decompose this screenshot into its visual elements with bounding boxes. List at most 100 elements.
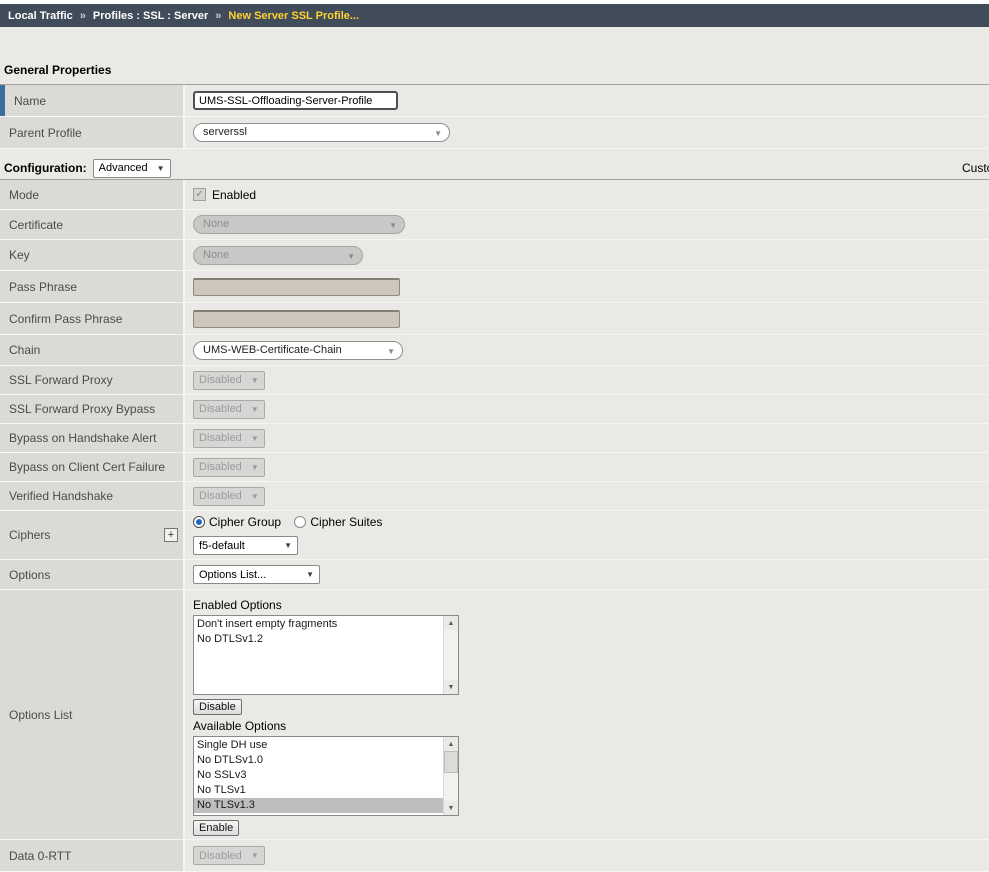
chevron-down-icon: ▼ <box>387 343 395 360</box>
cipher-group-radio[interactable] <box>193 516 205 528</box>
bypass-on-client-cert-failure-value: Disabled <box>199 461 242 473</box>
row-parent-profile: Parent Profile serverssl ▼ <box>0 117 989 149</box>
name-label: Name <box>14 94 46 108</box>
scrollbar-track[interactable] <box>444 630 458 680</box>
row-confirm-pass-phrase: Confirm Pass Phrase <box>0 303 989 335</box>
ssl-forward-proxy-content-cell: Disabled ▼ <box>185 366 989 394</box>
list-item[interactable]: Don't insert empty fragments <box>194 617 443 632</box>
options-label: Options <box>9 568 50 582</box>
name-label-cell: Name <box>0 85 185 116</box>
ciphers-label-cell: Ciphers + <box>0 511 185 559</box>
row-bypass-on-handshake-alert: Bypass on Handshake Alert Disabled ▼ <box>0 424 989 453</box>
list-item[interactable]: Single DH use <box>194 738 443 753</box>
bypass-on-client-cert-failure-select: Disabled ▼ <box>193 458 265 477</box>
breadcrumb-path[interactable]: Profiles : SSL : Server <box>93 10 208 22</box>
scroll-up-icon[interactable]: ▲ <box>444 616 458 630</box>
chevron-down-icon: ▼ <box>389 217 397 234</box>
list-item[interactable]: No DTLSv1.2 <box>194 632 443 647</box>
options-list-label: Options List <box>9 708 72 722</box>
row-verified-handshake: Verified Handshake Disabled ▼ <box>0 482 989 511</box>
certificate-content-cell: None ▼ <box>185 210 989 239</box>
enabled-options-title: Enabled Options <box>193 598 282 612</box>
scrollbar[interactable]: ▲ ▼ <box>443 737 458 815</box>
row-data-0rtt: Data 0-RTT Disabled ▼ <box>0 840 989 872</box>
options-value: Options List... <box>199 569 266 581</box>
ciphers-label: Ciphers <box>9 528 50 542</box>
certificate-value: None <box>203 218 229 230</box>
breadcrumb-section[interactable]: Local Traffic <box>8 10 73 22</box>
chain-label-cell: Chain <box>0 335 185 365</box>
pass-phrase-content-cell <box>185 271 989 302</box>
chevron-down-icon: ▼ <box>157 164 165 173</box>
chevron-down-icon: ▼ <box>251 851 259 860</box>
list-item[interactable]: No DTLSv1.0 <box>194 753 443 768</box>
data-0rtt-value: Disabled <box>199 850 242 862</box>
options-select[interactable]: Options List... ▼ <box>193 565 320 584</box>
list-item[interactable]: No SSLv3 <box>194 768 443 783</box>
row-key: Key None ▼ <box>0 240 989 271</box>
list-item[interactable]: No TLSv1 <box>194 783 443 798</box>
scrollbar[interactable]: ▲ ▼ <box>443 616 458 694</box>
pass-phrase-label: Pass Phrase <box>9 280 77 294</box>
scroll-down-icon[interactable]: ▼ <box>444 801 458 815</box>
chevron-down-icon: ▼ <box>251 376 259 385</box>
verified-handshake-content-cell: Disabled ▼ <box>185 482 989 510</box>
chevron-down-icon: ▼ <box>306 570 314 579</box>
certificate-label-cell: Certificate <box>0 210 185 239</box>
chain-label: Chain <box>9 343 40 357</box>
options-list-content-cell: Enabled Options Don't insert empty fragm… <box>185 590 989 839</box>
cipher-suites-radio[interactable] <box>294 516 306 528</box>
key-label: Key <box>9 248 30 262</box>
name-input[interactable] <box>193 91 398 110</box>
row-ssl-forward-proxy: SSL Forward Proxy Disabled ▼ <box>0 366 989 395</box>
key-value: None <box>203 249 229 261</box>
bypass-on-handshake-alert-label-cell: Bypass on Handshake Alert <box>0 424 185 452</box>
chain-select[interactable]: UMS-WEB-Certificate-Chain ▼ <box>193 341 403 360</box>
row-bypass-on-client-cert-failure: Bypass on Client Cert Failure Disabled ▼ <box>0 453 989 482</box>
certificate-select: None ▼ <box>193 215 405 234</box>
bypass-on-handshake-alert-label: Bypass on Handshake Alert <box>9 431 156 445</box>
scrollbar-thumb[interactable] <box>444 751 458 773</box>
row-name: Name <box>0 85 989 117</box>
chevron-down-icon: ▼ <box>251 434 259 443</box>
options-list-stack: Enabled Options Don't insert empty fragm… <box>193 590 459 842</box>
data-0rtt-label-cell: Data 0-RTT <box>0 840 185 871</box>
enabled-options-items: Don't insert empty fragments No DTLSv1.2 <box>194 616 443 694</box>
ciphers-content-cell: Cipher Group Cipher Suites f5-default ▼ <box>185 511 989 559</box>
cipher-group-option: Cipher Group <box>193 515 281 529</box>
expand-button[interactable]: + <box>164 528 178 542</box>
key-select: None ▼ <box>193 246 363 265</box>
disable-button[interactable]: Disable <box>193 699 242 715</box>
general-properties-table: Name Parent Profile serverssl ▼ <box>0 84 989 149</box>
list-item-selected[interactable]: No TLSv1.3 <box>194 798 443 813</box>
cipher-group-value: f5-default <box>199 540 245 552</box>
scroll-down-icon[interactable]: ▼ <box>444 680 458 694</box>
mode-content-cell: ✓ Enabled <box>185 180 989 209</box>
breadcrumb-separator: » <box>80 10 86 22</box>
options-content-cell: Options List... ▼ <box>185 560 989 589</box>
chain-content-cell: UMS-WEB-Certificate-Chain ▼ <box>185 335 989 365</box>
chevron-down-icon: ▼ <box>251 463 259 472</box>
ssl-forward-proxy-bypass-select: Disabled ▼ <box>193 400 265 419</box>
verified-handshake-label: Verified Handshake <box>9 489 113 503</box>
ssl-forward-proxy-bypass-label: SSL Forward Proxy Bypass <box>9 402 155 416</box>
row-chain: Chain UMS-WEB-Certificate-Chain ▼ <box>0 335 989 366</box>
enabled-options-listbox[interactable]: Don't insert empty fragments No DTLSv1.2… <box>193 615 459 695</box>
certificate-label: Certificate <box>9 218 63 232</box>
scrollbar-track[interactable] <box>444 751 458 801</box>
bypass-on-handshake-alert-select: Disabled ▼ <box>193 429 265 448</box>
scroll-up-icon[interactable]: ▲ <box>444 737 458 751</box>
configuration-level-select[interactable]: Advanced ▼ <box>93 159 171 178</box>
confirm-pass-phrase-content-cell <box>185 303 989 334</box>
ssl-forward-proxy-label: SSL Forward Proxy <box>9 373 113 387</box>
data-0rtt-select: Disabled ▼ <box>193 846 265 865</box>
available-options-listbox[interactable]: Single DH use No DTLSv1.0 No SSLv3 No TL… <box>193 736 459 816</box>
ssl-forward-proxy-bypass-content-cell: Disabled ▼ <box>185 395 989 423</box>
cipher-suites-radio-label: Cipher Suites <box>310 515 382 529</box>
cipher-group-select[interactable]: f5-default ▼ <box>193 536 298 555</box>
ssl-forward-proxy-label-cell: SSL Forward Proxy <box>0 366 185 394</box>
available-options-items: Single DH use No DTLSv1.0 No SSLv3 No TL… <box>194 737 443 815</box>
parent-profile-select[interactable]: serverssl ▼ <box>193 123 450 142</box>
enable-button[interactable]: Enable <box>193 820 239 836</box>
mode-label: Mode <box>9 188 39 202</box>
